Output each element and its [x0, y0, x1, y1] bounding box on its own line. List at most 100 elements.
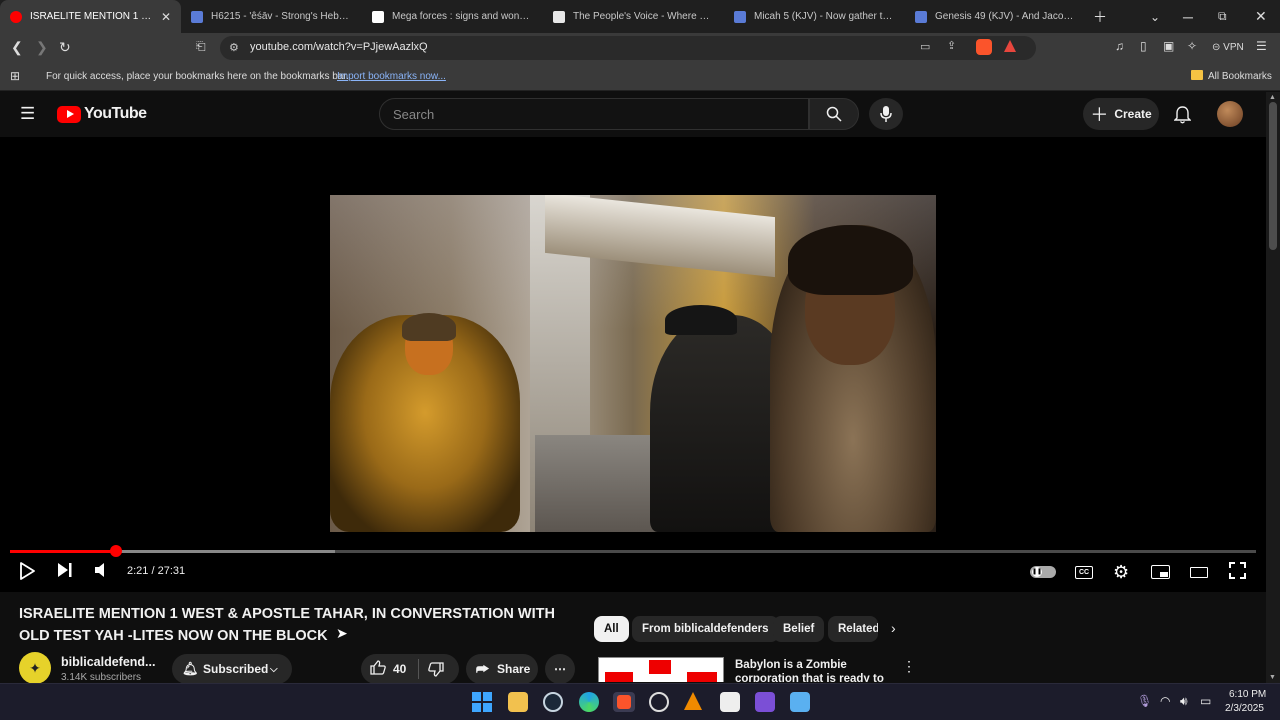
browser-tab[interactable]: ISRAELITE MENTION 1 WEST ✕: [0, 0, 181, 33]
maximize-button[interactable]: ⧉: [1218, 0, 1227, 33]
site-info-icon[interactable]: ⚙: [229, 41, 239, 54]
recommended-thumbnail[interactable]: [598, 657, 724, 682]
new-tab-button[interactable]: ＋: [1093, 0, 1107, 33]
scroll-up-icon[interactable]: ▲: [1269, 94, 1276, 101]
play-icon: [20, 562, 35, 580]
sidebar-icon[interactable]: ▯: [1140, 39, 1147, 53]
share-button[interactable]: ⮫ Share: [466, 654, 538, 684]
clock-date[interactable]: 2/3/2025: [1225, 703, 1264, 714]
browser-tab[interactable]: Mega forces : signs and wonders: [362, 0, 543, 33]
mute-button[interactable]: [94, 562, 108, 578]
menu-icon[interactable]: ☰: [1256, 39, 1267, 53]
more-actions-button[interactable]: ⋯: [545, 654, 575, 684]
channel-avatar[interactable]: ✦: [19, 652, 51, 684]
store-icon[interactable]: [720, 692, 740, 712]
browser-tab[interactable]: Genesis 49 (KJV) - And Jacob call: [905, 0, 1086, 33]
bookmarks-bar: ⊞ For quick access, place your bookmarks…: [0, 63, 1280, 91]
create-button[interactable]: ＋ Create: [1083, 98, 1159, 130]
settings-gear-icon[interactable]: ⚙: [1113, 562, 1129, 583]
url-field[interactable]: ⚙ youtube.com/watch?v=PJjewAazlxQ ▭ ⇪: [220, 36, 1036, 60]
like-button[interactable]: [370, 660, 386, 678]
search-icon: [826, 106, 842, 122]
browser-tab[interactable]: H6215 - 'êśāv - Strong's Hebrew: [181, 0, 362, 33]
bookmark-icon[interactable]: ⎗: [196, 39, 206, 54]
apps-grid-icon[interactable]: ⊞: [10, 69, 20, 83]
file-explorer-icon[interactable]: [508, 692, 528, 712]
video-player[interactable]: 2:21 / 27:31 ❚❚ CC ⚙: [0, 137, 1266, 592]
channel-logo-icon: ✦: [29, 659, 41, 676]
speaker-icon[interactable]: 🔊︎: [1180, 694, 1188, 709]
tab-search-icon[interactable]: ⌄: [1150, 0, 1160, 33]
hamburger-menu-icon[interactable]: ☰: [20, 104, 35, 124]
scrollbar-thumb[interactable]: [1269, 102, 1277, 250]
browser-tab[interactable]: Micah 5 (KJV) - Now gather thyse: [724, 0, 905, 33]
recommended-more-icon[interactable]: ⋮: [902, 658, 916, 675]
account-avatar[interactable]: [1217, 101, 1243, 127]
page-scrollbar[interactable]: ▲ ▼: [1266, 92, 1280, 683]
close-tab-icon[interactable]: ✕: [161, 10, 171, 24]
autoplay-toggle[interactable]: ❚❚: [1030, 566, 1056, 578]
chip-all[interactable]: All: [594, 616, 629, 642]
chip-from-channel[interactable]: From biblicaldefenders: [632, 616, 779, 642]
next-button[interactable]: [57, 562, 73, 578]
captions-icon[interactable]: CC: [1075, 566, 1093, 579]
vlc-icon[interactable]: [684, 692, 702, 710]
chips-next-icon[interactable]: ›: [891, 620, 896, 636]
tab-title: The People's Voice - Where Main: [573, 11, 714, 22]
progress-scrubber[interactable]: [110, 545, 123, 557]
brave-taskbar-button[interactable]: [613, 692, 635, 712]
thumbs-down-icon: [428, 662, 444, 677]
channel-name[interactable]: biblicaldefend...: [61, 655, 155, 669]
back-icon[interactable]: ❮: [11, 39, 23, 56]
forward-icon[interactable]: ❯: [36, 39, 48, 56]
theater-mode-icon[interactable]: [1190, 567, 1208, 578]
video-frame[interactable]: [330, 195, 936, 532]
chip-belief[interactable]: Belief: [773, 616, 825, 642]
youtube-logo[interactable]: YouTube: [57, 105, 147, 123]
dislike-button[interactable]: [428, 662, 444, 680]
search-input[interactable]: Search: [379, 98, 809, 130]
miniplayer-icon[interactable]: [1151, 565, 1170, 579]
chip-related[interactable]: Related: [828, 616, 878, 642]
cast-icon[interactable]: ▭: [920, 40, 930, 53]
close-window-button[interactable]: ✕: [1255, 0, 1267, 33]
edge-icon[interactable]: [579, 692, 599, 712]
recommended-video[interactable]: Babylon is a Zombie corporation that is …: [598, 657, 918, 682]
play-button[interactable]: [19, 562, 35, 580]
all-bookmarks-button[interactable]: All Bookmarks: [1208, 71, 1272, 82]
clock-time[interactable]: 6:10 PM: [1229, 689, 1266, 700]
notepad-icon[interactable]: [790, 692, 810, 712]
notifications-bell-icon[interactable]: [1174, 106, 1191, 124]
wifi-icon[interactable]: ◠: [1160, 694, 1170, 708]
share-page-icon[interactable]: ⇪: [947, 39, 956, 52]
wallet-icon[interactable]: ▣: [1163, 39, 1174, 53]
brave-shield-icon[interactable]: [976, 39, 992, 55]
battery-icon[interactable]: ▭: [1200, 694, 1211, 708]
minimize-button[interactable]: ─: [1183, 0, 1193, 33]
reload-icon[interactable]: ↻: [59, 39, 71, 56]
import-bookmarks-link[interactable]: Import bookmarks now...: [337, 71, 446, 82]
search-button[interactable]: [809, 98, 859, 130]
share-arrow-icon: ⮫: [476, 660, 490, 677]
windows-start-icon[interactable]: [472, 692, 492, 712]
voice-search-button[interactable]: [869, 98, 903, 130]
scroll-down-icon[interactable]: ▼: [1269, 674, 1276, 681]
vpn-label: VPN: [1223, 42, 1244, 53]
steam-icon[interactable]: [543, 692, 563, 712]
subscribed-button[interactable]: 🔔︎ Subscribed ⌵: [172, 654, 292, 684]
vpn-button[interactable]: ⊝ VPN: [1212, 42, 1244, 53]
browser-tab[interactable]: The People's Voice - Where Main: [543, 0, 724, 33]
youtube-header: ☰ YouTube Search ＋ Create: [0, 92, 1266, 137]
chrome-icon[interactable]: [649, 692, 669, 712]
next-icon: [58, 563, 72, 577]
tab-title: Mega forces : signs and wonders: [392, 11, 533, 22]
tab-title: Micah 5 (KJV) - Now gather thyse: [754, 11, 895, 22]
brave-rewards-icon[interactable]: [1004, 40, 1016, 52]
media-icon[interactable]: ♫: [1115, 39, 1124, 53]
leo-ai-icon[interactable]: ✧: [1187, 39, 1197, 53]
fullscreen-icon[interactable]: [1229, 562, 1246, 579]
progress-bar[interactable]: [10, 545, 1256, 557]
mouse-cursor-icon: ➤: [336, 625, 348, 641]
clipchamp-icon[interactable]: [755, 692, 775, 712]
microphone-tray-icon[interactable]: 🎙︎: [1137, 694, 1152, 708]
